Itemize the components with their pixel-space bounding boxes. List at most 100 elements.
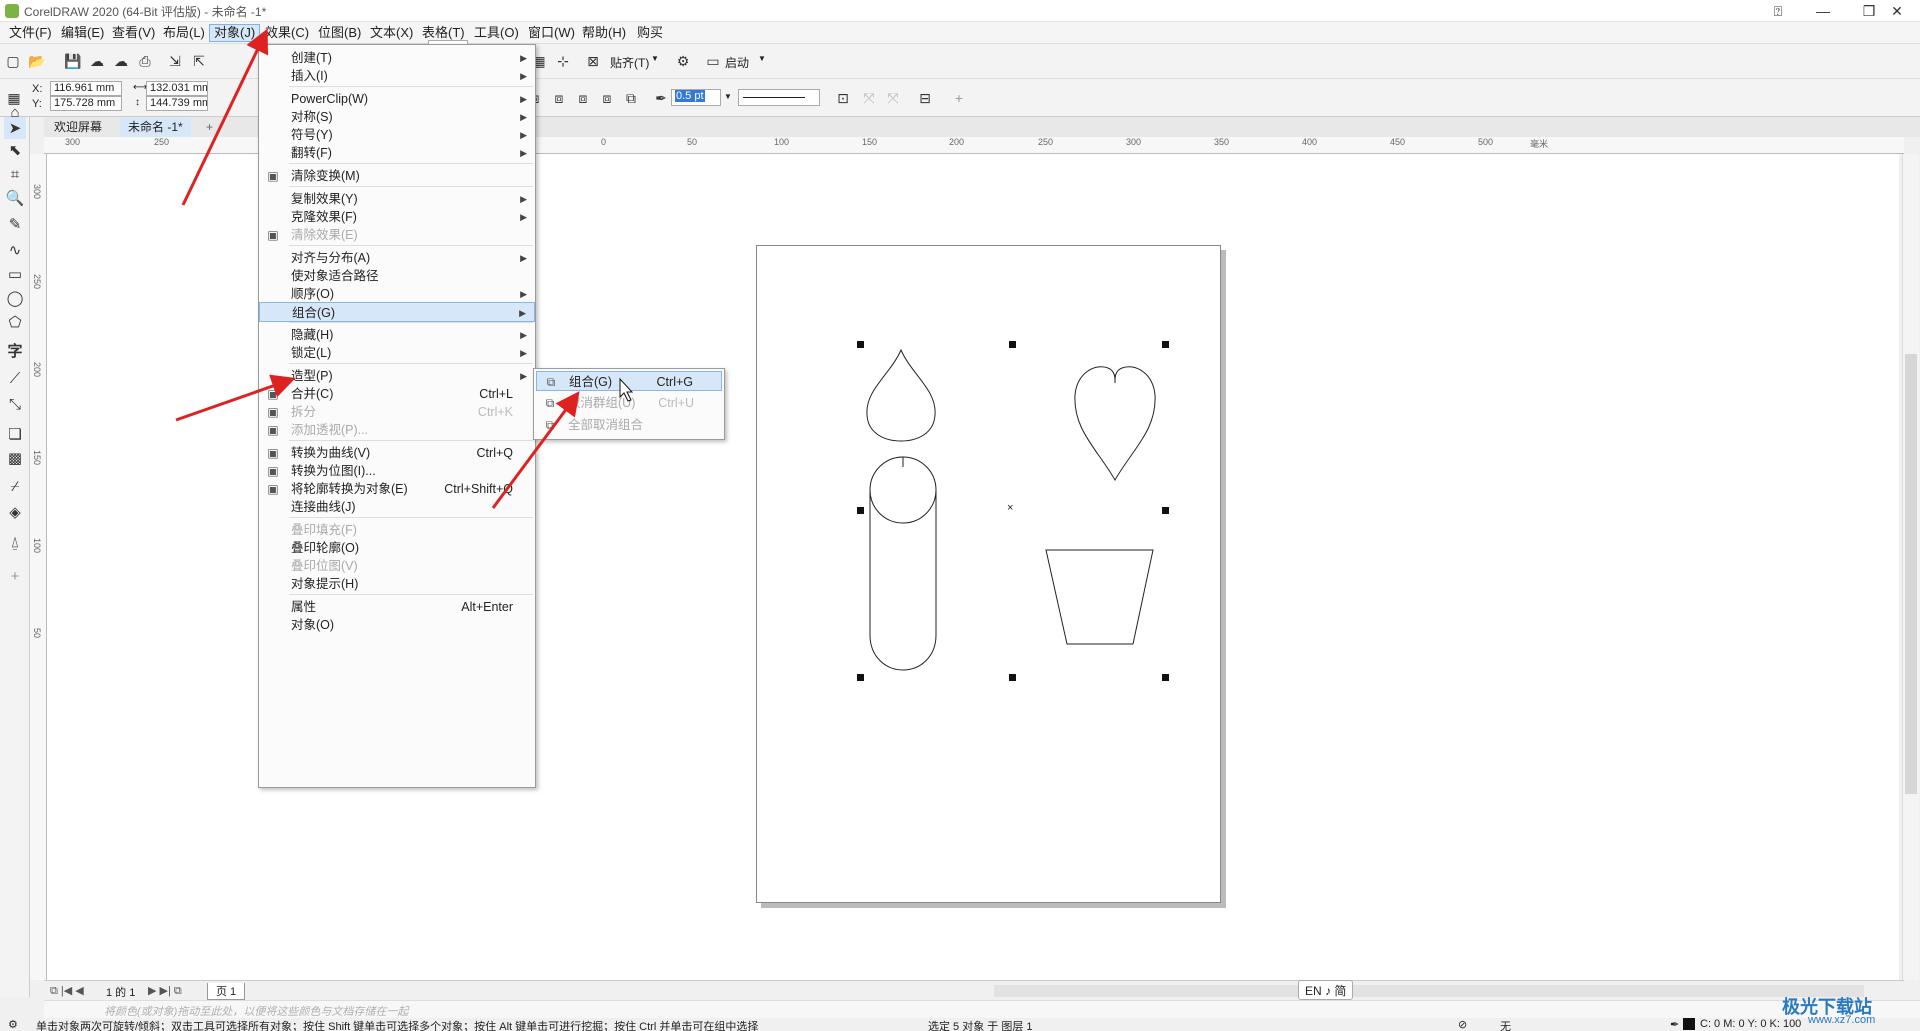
object-menu-item[interactable]: ▣ 清除变换(M) [259,166,535,186]
object-menu-item[interactable]: 使对象适合路径 [259,266,535,286]
page-nav-buttons[interactable]: ⧉ |◀ ◀ [50,984,84,998]
selection-handle[interactable] [1009,674,1016,681]
selection-handle[interactable] [857,341,864,348]
object-menu-item[interactable]: 叠印位图(V) [259,556,535,576]
add-tool-icon[interactable]: + [4,565,26,587]
width-field[interactable]: 132.031 mm [146,81,208,96]
page-nav-next[interactable]: ▶ ▶| ⧉ [148,984,182,998]
drop-shape[interactable] [866,348,936,442]
simplify-icon[interactable]: ⧈ [548,87,570,109]
snap-off-icon[interactable]: ⊠ [582,50,604,72]
add-tab-button[interactable]: + [198,118,221,137]
object-menu-item[interactable]: 翻转(F) ▶ [259,143,535,163]
cloud-download-icon[interactable]: ☁ [110,50,132,72]
menu-effects[interactable]: 效果(C) [261,24,313,42]
export-icon[interactable]: ⇱ [188,50,210,72]
parallel-dimension-icon[interactable]: ⟋ [4,367,26,389]
line-style-dropdown[interactable] [738,89,820,106]
to-back-icon[interactable]: ⤧ [882,87,904,109]
object-menu-item[interactable]: 隐藏(H) ▶ [259,325,535,345]
menu-bitmaps[interactable]: 位图(B) [314,24,365,42]
object-menu-item[interactable]: 对称(S) ▶ [259,107,535,127]
text-tool-icon[interactable]: 字 [4,339,26,361]
import-icon[interactable]: ⇲ [164,50,186,72]
object-menu-item[interactable]: 对齐与分布(A) ▶ [259,248,535,268]
menu-buy[interactable]: 购买 [633,24,667,42]
menu-layout[interactable]: 布局(L) [159,24,209,42]
center-marker[interactable]: × [1007,502,1013,514]
pick-tool-icon[interactable]: ➤ [4,117,26,139]
trapezoid-shape[interactable] [1045,549,1154,645]
object-menu-item[interactable]: ▣ 拆分 Ctrl+K [259,402,535,422]
y-position-field[interactable]: 175.728 mm [50,96,122,111]
selection-handle[interactable] [857,507,864,514]
object-menu-item[interactable]: ▣ 合并(C) Ctrl+L [259,384,535,404]
object-menu-item[interactable]: ▣ 转换为位图(I)... [259,461,535,481]
object-menu-item[interactable]: 符号(Y) ▶ [259,125,535,145]
ime-indicator[interactable]: EN ♪ 简 [1298,980,1354,1000]
chevron-down-icon[interactable]: ▼ [724,92,732,101]
group-submenu-item[interactable]: ⧉ 取消群组(U) Ctrl+U [536,393,722,413]
object-menu-item[interactable]: ▣ 清除效果(E) [259,225,535,245]
launch-icon[interactable]: ▭ [702,50,724,72]
front-minus-back-icon[interactable]: ⧈ [572,87,594,109]
align-icon[interactable]: ⊟ [914,87,936,109]
print-icon[interactable]: ⎙ [134,50,156,72]
add-icon[interactable]: + [948,87,970,109]
rectangle-tool-icon[interactable]: ▭ [4,263,26,285]
freehand-tool-icon[interactable]: ✎ [4,213,26,235]
object-menu-item[interactable]: 顺序(O) ▶ [259,284,535,304]
vertical-scrollbar[interactable] [1902,154,1919,980]
drop-shadow-icon[interactable]: ❏ [4,423,26,445]
gear-icon[interactable]: ⚙ [8,1018,18,1031]
selection-handle[interactable] [1162,341,1169,348]
menu-view[interactable]: 查看(V) [108,24,159,42]
help-icon[interactable]: ⍰ [1755,0,1801,22]
wrap-text-icon[interactable]: ⊡ [832,87,854,109]
selection-handle[interactable] [1009,341,1016,348]
save-icon[interactable]: 💾 [62,50,84,72]
open-folder-icon[interactable]: 📂 [26,50,48,72]
menu-tools[interactable]: 工具(O) [470,24,523,42]
object-menu-item[interactable]: 叠印轮廓(O) [259,538,535,558]
object-menu-item[interactable]: 连接曲线(J) [259,497,535,517]
object-menu-item[interactable]: PowerClip(W) ▶ [259,89,535,109]
smart-fill-icon[interactable]: ⍙ [4,531,26,553]
back-minus-front-icon[interactable]: ⧈ [596,87,618,109]
object-menu-item[interactable]: 对象提示(H) [259,574,535,594]
horizontal-scrollbar[interactable] [994,985,1864,997]
boundary-icon[interactable]: ⧉ [620,87,642,109]
object-menu-item[interactable]: 克隆效果(F) ▶ [259,207,535,227]
group-submenu-item[interactable]: ⧉ 组合(G) Ctrl+G [536,371,722,391]
chevron-down-icon[interactable]: ▼ [758,54,766,63]
guidelines-icon[interactable]: ⊹ [552,50,574,72]
object-menu-item[interactable]: ▣ 添加透视(P)... [259,420,535,440]
selection-handle[interactable] [857,674,864,681]
heart-shape[interactable] [1074,366,1156,482]
to-front-icon[interactable]: ⤧ [858,87,880,109]
selection-handle[interactable] [1162,674,1169,681]
page-tab[interactable]: 页 1 [207,983,246,1000]
shape-tool-icon[interactable]: ⬉ [4,139,26,161]
object-menu-item[interactable]: 插入(I) ▶ [259,66,535,86]
menu-file[interactable]: 文件(F) [5,24,56,42]
snap-to-dropdown[interactable]: 贴齐(T) [610,54,649,71]
interactive-fill-icon[interactable]: ◈ [4,501,26,523]
object-menu-item[interactable]: 组合(G) ▶ [259,302,535,322]
outline-pen-icon[interactable]: ✒ [650,87,672,109]
fill-none-icon[interactable]: ⊘ [1458,1018,1467,1031]
object-menu-item[interactable]: ▣ 转换为曲线(V) Ctrl+Q [259,443,535,463]
menu-object[interactable]: 对象(J) [209,24,261,42]
menu-text[interactable]: 文本(X) [366,24,417,42]
eyedropper-icon[interactable]: ⌿ [4,475,26,497]
group-submenu-item[interactable]: ⧉ 全部取消组合 [536,415,722,435]
launch-dropdown[interactable]: 启动 [725,54,749,71]
outline-pen-icon[interactable]: ✒ [1670,1018,1679,1031]
object-menu-item[interactable]: 造型(P) ▶ [259,366,535,386]
object-menu-item[interactable]: 复制效果(Y) ▶ [259,189,535,209]
x-position-field[interactable]: 116.961 mm [50,81,122,96]
scroll-thumb[interactable] [1905,354,1917,794]
object-menu-item[interactable]: 创建(T) ▶ [259,48,535,68]
outline-width-field[interactable]: 0.5 pt [671,89,721,106]
ellipse-tool-icon[interactable]: ◯ [4,287,26,309]
